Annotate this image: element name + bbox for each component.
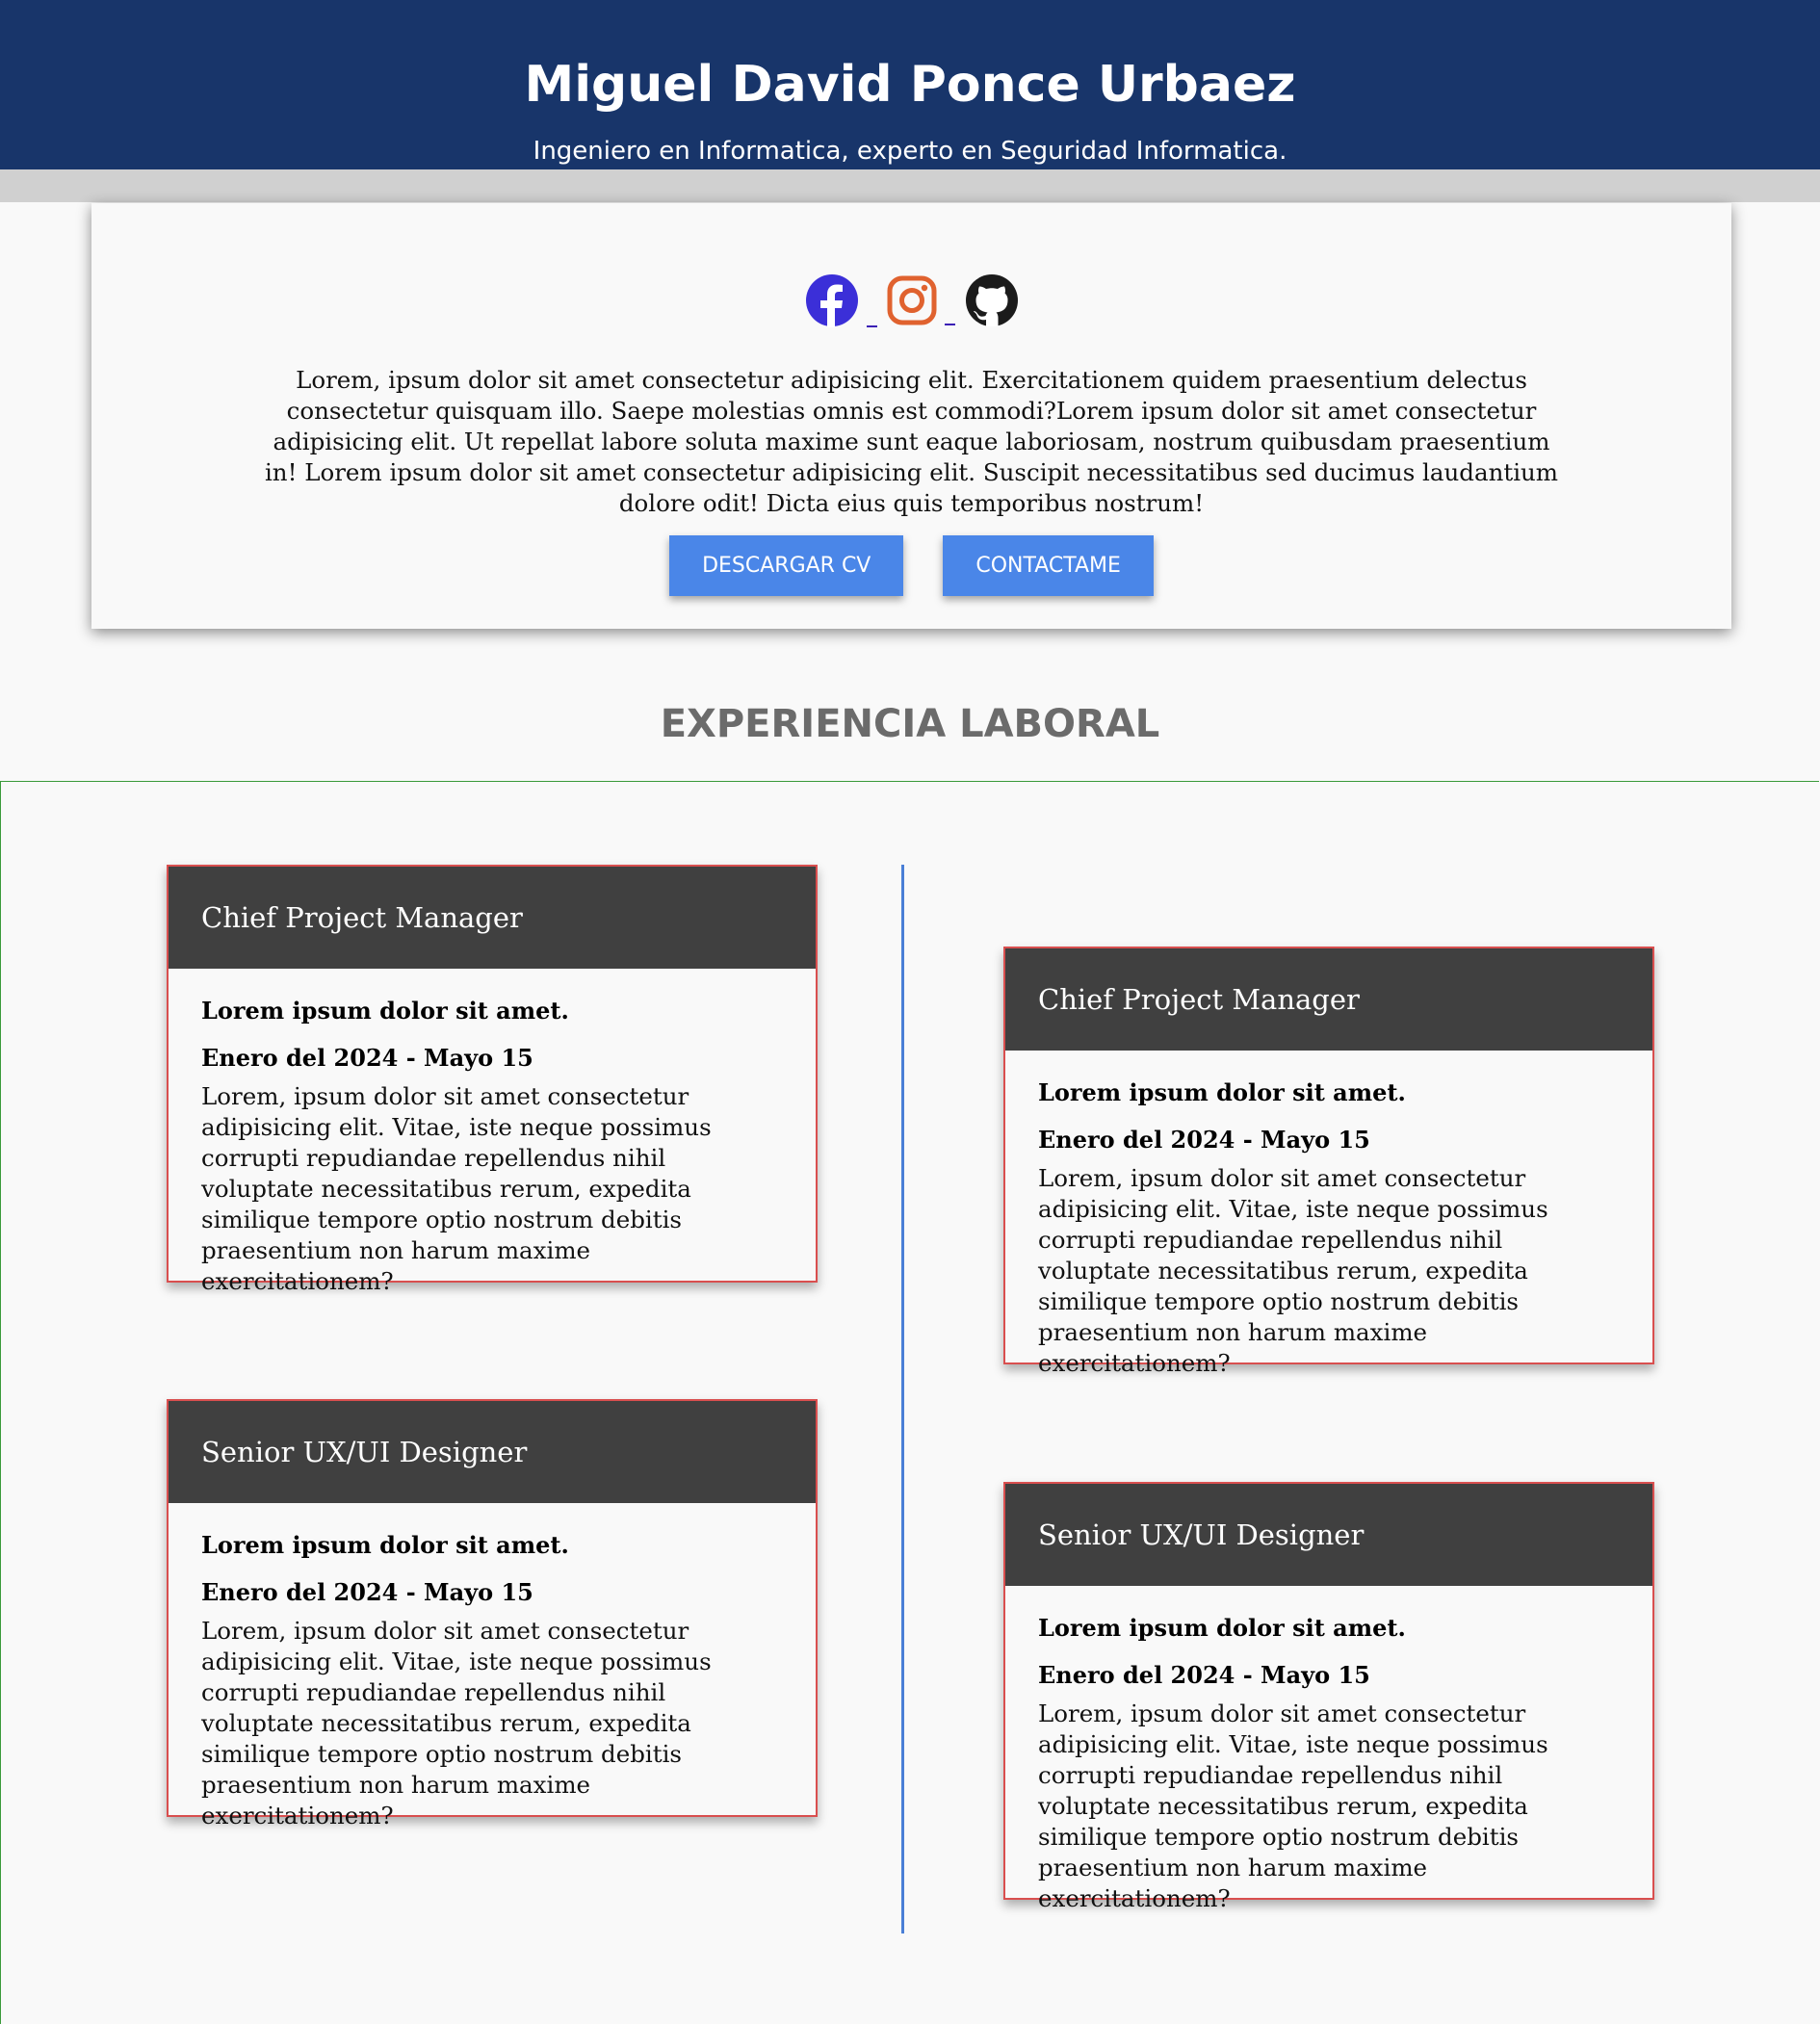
instagram-icon	[887, 275, 937, 329]
page-header: Miguel David Ponce Urbaez Ingeniero en I…	[0, 0, 1820, 169]
link-underline	[944, 324, 955, 325]
instagram-link[interactable]	[887, 275, 965, 329]
page-subtitle: Ingeniero en Informatica, experto en Seg…	[533, 137, 1287, 166]
job-card: Chief Project Manager Lorem ipsum dolor …	[1003, 947, 1654, 1377]
job-role: Chief Project Manager	[1005, 948, 1652, 1051]
facebook-icon	[805, 273, 859, 331]
job-description: Lorem, ipsum dolor sit amet consectetur …	[201, 1617, 712, 1829]
job-period: Enero del 2024 - Mayo 15	[201, 1044, 533, 1072]
timeline-line	[901, 865, 904, 1933]
github-icon	[965, 273, 1019, 331]
social-links	[91, 271, 1731, 334]
job-company: Lorem ipsum dolor sit amet.	[201, 997, 569, 1025]
job-period: Enero del 2024 - Mayo 15	[1038, 1126, 1370, 1154]
contact-button[interactable]: CONTACTAME	[943, 535, 1154, 596]
job-company: Lorem ipsum dolor sit amet.	[1038, 1078, 1406, 1106]
job-description: Lorem, ipsum dolor sit amet consectetur …	[1038, 1700, 1548, 1912]
job-card: Senior UX/UI Designer Lorem ipsum dolor …	[167, 1399, 818, 1829]
job-description: Lorem, ipsum dolor sit amet consectetur …	[201, 1082, 712, 1295]
profile-card: Lorem, ipsum dolor sit amet consectetur …	[91, 203, 1731, 629]
job-role: Senior UX/UI Designer	[169, 1401, 816, 1503]
page-title: Miguel David Ponce Urbaez	[524, 56, 1296, 114]
job-company: Lorem ipsum dolor sit amet.	[1038, 1614, 1406, 1642]
job-company: Lorem ipsum dolor sit amet.	[201, 1531, 569, 1559]
job-period: Enero del 2024 - Mayo 15	[201, 1578, 533, 1606]
experience-title: EXPERIENCIA LABORAL	[660, 702, 1160, 746]
about-text: Lorem, ipsum dolor sit amet consectetur …	[264, 366, 1559, 517]
download-cv-button[interactable]: DESCARGAR CV	[669, 535, 904, 596]
job-period: Enero del 2024 - Mayo 15	[1038, 1661, 1370, 1689]
github-link[interactable]	[965, 273, 1019, 331]
link-underline	[866, 325, 877, 327]
header-divider	[0, 169, 1820, 202]
job-role: Senior UX/UI Designer	[1005, 1484, 1652, 1586]
job-card: Senior UX/UI Designer Lorem ipsum dolor …	[1003, 1482, 1654, 1912]
job-description: Lorem, ipsum dolor sit amet consectetur …	[1038, 1164, 1548, 1377]
profile-actions: DESCARGAR CV CONTACTAME	[91, 535, 1731, 596]
job-card: Chief Project Manager Lorem ipsum dolor …	[167, 865, 818, 1295]
job-role: Chief Project Manager	[169, 867, 816, 969]
experience-timeline: Chief Project Manager Lorem ipsum dolor …	[0, 781, 1819, 2024]
facebook-link[interactable]	[805, 273, 887, 331]
